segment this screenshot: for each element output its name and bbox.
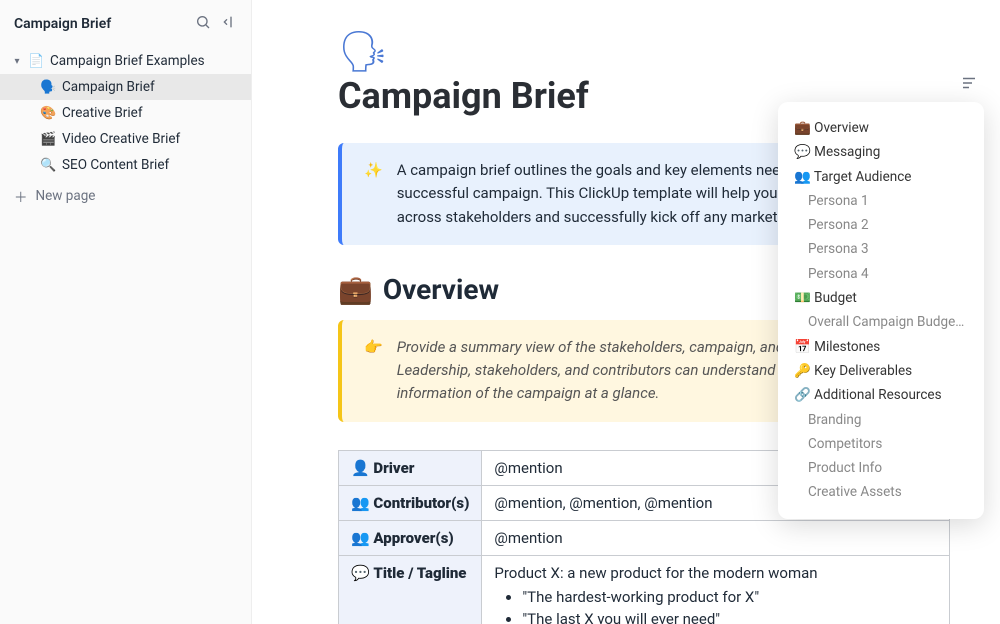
- sidebar-header: Campaign Brief: [0, 10, 251, 44]
- main-content: 🗣 Campaign Brief ✨ A campaign brief outl…: [252, 0, 1000, 624]
- table-of-contents: 💼 Overview💬 Messaging👥 Target AudiencePe…: [778, 102, 984, 519]
- sidebar-item[interactable]: 🔍 SEO Content Brief: [0, 152, 251, 178]
- toc-subitem[interactable]: Branding: [794, 408, 968, 432]
- point-right-icon: 👉: [364, 336, 383, 406]
- sidebar-item[interactable]: 🎬 Video Creative Brief: [0, 126, 251, 152]
- tree-root-label: Campaign Brief Examples: [50, 53, 205, 69]
- sidebar: Campaign Brief ▾ 📄 Campaign Brief Exampl…: [0, 0, 252, 624]
- page-icon: 📄: [28, 54, 44, 69]
- collapse-sidebar-icon[interactable]: [221, 14, 237, 34]
- sidebar-item-label: Creative Brief: [62, 105, 143, 121]
- workspace-title: Campaign Brief: [14, 16, 111, 32]
- toc-subitem[interactable]: Creative Assets: [794, 480, 968, 504]
- toc-item[interactable]: 🔗 Additional Resources: [794, 383, 968, 407]
- sparkles-icon: ✨: [364, 159, 383, 229]
- sidebar-item-label: Video Creative Brief: [62, 131, 180, 147]
- plus-icon: ＋: [14, 186, 28, 206]
- search-icon[interactable]: [195, 14, 211, 34]
- briefcase-icon: 💼: [338, 273, 373, 306]
- page-emoji[interactable]: 🗣: [338, 28, 389, 75]
- toc-toggle-icon[interactable]: [960, 74, 978, 97]
- page-icon: 🎬: [40, 132, 56, 147]
- toc-item[interactable]: 📅 Milestones: [794, 335, 968, 359]
- sidebar-item[interactable]: 🗣️ Campaign Brief: [0, 74, 251, 100]
- toc-item[interactable]: 💵 Budget: [794, 286, 968, 310]
- toc-item[interactable]: 💼 Overview: [794, 116, 968, 140]
- chevron-down-icon[interactable]: ▾: [12, 56, 22, 67]
- toc-item[interactable]: 💬 Messaging: [794, 140, 968, 164]
- toc-subitem[interactable]: Overall Campaign Budget: $3,…: [794, 310, 968, 334]
- sidebar-item[interactable]: 🎨 Creative Brief: [0, 100, 251, 126]
- tree-root[interactable]: ▾ 📄 Campaign Brief Examples: [0, 48, 251, 74]
- toc-item[interactable]: 🔑 Key Deliverables: [794, 359, 968, 383]
- toc-subitem[interactable]: Persona 1: [794, 189, 968, 213]
- page-icon: 🎨: [40, 106, 56, 121]
- toc-subitem[interactable]: Product Info: [794, 456, 968, 480]
- new-page-button[interactable]: ＋ New page: [0, 178, 251, 214]
- toc-subitem[interactable]: Persona 4: [794, 262, 968, 286]
- sidebar-item-label: Campaign Brief: [62, 79, 155, 95]
- page-icon: 🔍: [40, 158, 56, 173]
- page-tree: ▾ 📄 Campaign Brief Examples 🗣️ Campaign B…: [0, 48, 251, 178]
- toc-subitem[interactable]: Competitors: [794, 432, 968, 456]
- toc-subitem[interactable]: Persona 2: [794, 213, 968, 237]
- new-page-label: New page: [36, 188, 96, 204]
- page-icon: 🗣️: [40, 80, 56, 95]
- sidebar-item-label: SEO Content Brief: [62, 157, 169, 173]
- toc-subitem[interactable]: Persona 3: [794, 237, 968, 261]
- table-row: 👥 Approver(s) @mention: [339, 520, 950, 555]
- table-row: 💬 Title / Tagline Product X: a new produ…: [339, 555, 950, 624]
- toc-item[interactable]: 👥 Target Audience: [794, 165, 968, 189]
